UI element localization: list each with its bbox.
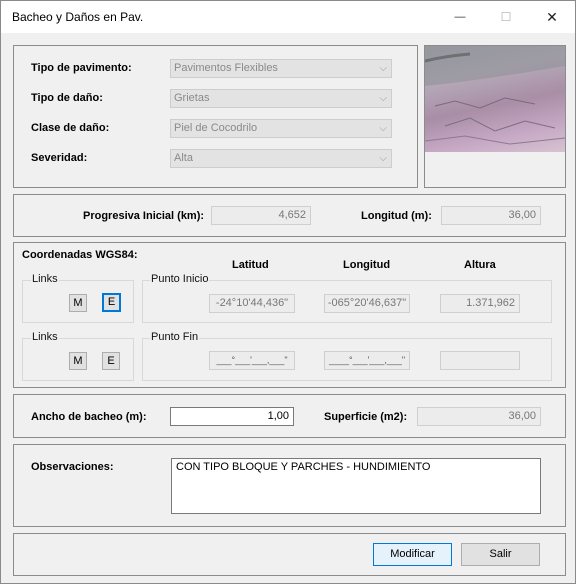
map-m-button[interactable]: M (69, 352, 87, 370)
tipo-pavimento-select[interactable]: Pavimentos Flexibles ⌵ (170, 59, 392, 78)
chevron-down-icon: ⌵ (379, 63, 387, 74)
tipo-dano-select[interactable]: Grietas ⌵ (170, 89, 392, 108)
map-e-button[interactable]: E (102, 293, 121, 312)
superficie-label: Superficie (m2): (324, 411, 408, 423)
punto-fin-label: Punto Fin (150, 331, 200, 343)
maximize-button[interactable]: ☐ (483, 1, 529, 33)
severidad-value: Alta (174, 152, 193, 164)
longitud-header: Longitud (343, 259, 391, 271)
title-bar: Bacheo y Daños en Pav. — ☐ ✕ (1, 1, 575, 33)
punto-inicio-label: Punto Inicio (150, 273, 210, 285)
clase-dano-label: Clase de daño: (31, 122, 110, 134)
severidad-select[interactable]: Alta ⌵ (170, 149, 392, 168)
latitud-header: Latitud (232, 259, 269, 271)
inicio-altura-field[interactable]: 1.371,962 (440, 294, 520, 313)
clase-dano-select[interactable]: Piel de Cocodrilo ⌵ (170, 119, 392, 138)
close-icon: ✕ (546, 8, 558, 25)
links-inicio-label: Links (31, 273, 59, 285)
longitud-field[interactable]: 36,00 (441, 206, 541, 225)
progresiva-field[interactable]: 4,652 (211, 206, 311, 225)
tipo-dano-label: Tipo de daño: (31, 92, 103, 104)
fin-altura-field[interactable] (440, 351, 520, 370)
tipo-dano-value: Grietas (174, 92, 210, 104)
modificar-button[interactable]: Modificar (373, 543, 452, 566)
map-m-button[interactable]: M (69, 294, 87, 312)
superficie-field[interactable]: 36,00 (417, 407, 541, 426)
observaciones-textarea[interactable]: CON TIPO BLOQUE Y PARCHES - HUNDIMIENTO (171, 458, 541, 514)
progresiva-label: Progresiva Inicial (km): (83, 210, 205, 222)
map-e-button[interactable]: E (102, 352, 120, 370)
salir-button[interactable]: Salir (461, 543, 540, 566)
fin-longitud-field[interactable]: ____°___'___,___" (324, 351, 410, 370)
longitud-label: Longitud (m): (361, 210, 432, 222)
ancho-bacheo-input[interactable]: 1,00 (170, 407, 294, 426)
minimize-button[interactable]: — (437, 1, 483, 33)
window-title: Bacheo y Daños en Pav. (12, 10, 144, 24)
pavement-photo[interactable] (425, 46, 565, 152)
tipo-pavimento-label: Tipo de pavimento: (31, 62, 132, 74)
chevron-down-icon: ⌵ (379, 93, 387, 104)
ancho-bacheo-label: Ancho de bacheo (m): (31, 411, 147, 423)
fin-latitud-field[interactable]: ___°___'___,___" (209, 351, 295, 370)
links-fin-label: Links (31, 331, 59, 343)
tipo-pavimento-value: Pavimentos Flexibles (174, 62, 278, 74)
severidad-label: Severidad: (31, 152, 88, 164)
coordenadas-title: Coordenadas WGS84: (22, 249, 138, 261)
altura-header: Altura (464, 259, 496, 271)
maximize-icon: ☐ (500, 10, 512, 24)
chevron-down-icon: ⌵ (379, 123, 387, 134)
observaciones-label: Observaciones: (31, 461, 114, 473)
clase-dano-value: Piel de Cocodrilo (174, 122, 258, 134)
dialog-window: Bacheo y Daños en Pav. — ☐ ✕ Tipo de pav… (0, 0, 576, 584)
minimize-icon: — (454, 11, 466, 23)
inicio-longitud-field[interactable]: -065°20'46,637" (324, 294, 410, 313)
chevron-down-icon: ⌵ (379, 153, 387, 164)
inicio-latitud-field[interactable]: -24°10'44,436" (209, 294, 295, 313)
close-button[interactable]: ✕ (529, 1, 575, 33)
